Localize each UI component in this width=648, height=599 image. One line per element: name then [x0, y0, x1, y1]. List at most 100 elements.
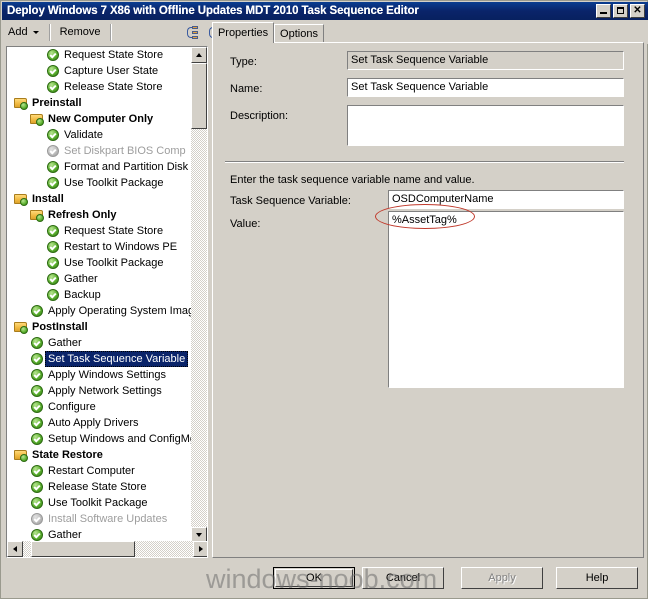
tree-item[interactable]: Use Toolkit Package: [7, 495, 193, 511]
tree-item[interactable]: Set Task Sequence Variable: [7, 351, 193, 367]
tree-item-label: Backup: [64, 289, 101, 301]
check-icon: [29, 479, 45, 495]
check-icon: [45, 79, 61, 95]
check-icon: [45, 143, 61, 159]
minimize-icon: [600, 12, 607, 14]
name-input[interactable]: Set Task Sequence Variable: [347, 78, 624, 97]
tree-item-label: Release State Store: [64, 81, 163, 93]
tree-item-label: Apply Operating System Image: [48, 305, 193, 317]
remove-button[interactable]: Remove: [54, 22, 107, 42]
tree-item-label: Preinstall: [32, 97, 82, 109]
check-icon: [45, 63, 61, 79]
tree-vertical-scrollbar[interactable]: [191, 47, 207, 543]
toolbar-separator: [48, 23, 51, 41]
scroll-left-button[interactable]: [7, 541, 23, 557]
ok-button-bevel: [275, 569, 353, 587]
tab-options[interactable]: Options: [274, 24, 324, 42]
check-icon: [29, 383, 45, 399]
check-icon: [45, 223, 61, 239]
arrow-left-icon: [13, 546, 17, 552]
cancel-button-label: Cancel: [385, 572, 421, 584]
tree-item[interactable]: Use Toolkit Package: [7, 255, 193, 271]
window-controls: ✕: [596, 4, 648, 18]
tree-item[interactable]: Restart Computer: [7, 463, 193, 479]
task-sequence-variable-input[interactable]: OSDComputerName: [388, 190, 624, 209]
group-separator: [225, 161, 624, 163]
check-icon: [29, 399, 45, 415]
move-up-button[interactable]: [183, 22, 205, 42]
tab-properties[interactable]: Properties: [212, 22, 274, 43]
scroll-right-button[interactable]: [193, 541, 207, 557]
tree-item[interactable]: PostInstall: [7, 319, 193, 335]
tree-item[interactable]: Gather: [7, 271, 193, 287]
move-up-icon: [187, 25, 200, 39]
scroll-up-button[interactable]: [191, 47, 207, 63]
tree-item-label: Gather: [48, 337, 82, 349]
minimize-button[interactable]: [596, 4, 611, 18]
tree-item[interactable]: Install: [7, 191, 193, 207]
chevron-down-icon: [32, 30, 39, 34]
check-icon: [45, 271, 61, 287]
tree-item[interactable]: Use Toolkit Package: [7, 175, 193, 191]
tree-item-label: Set Diskpart BIOS Comp: [64, 145, 186, 157]
task-sequence-editor-window: Deploy Windows 7 X86 with Offline Update…: [0, 0, 648, 599]
tree-item-label: Apply Network Settings: [48, 385, 162, 397]
tree-item[interactable]: Apply Network Settings: [7, 383, 193, 399]
tree-item-label: Install Software Updates: [48, 513, 168, 525]
tree-item-label: Validate: [64, 129, 103, 141]
help-button[interactable]: Help: [556, 567, 638, 589]
tree-item[interactable]: Set Diskpart BIOS Comp: [7, 143, 193, 159]
check-icon: [29, 495, 45, 511]
maximize-button[interactable]: [613, 4, 628, 18]
tree-item[interactable]: Format and Partition Disk: [7, 159, 193, 175]
value-label: Value:: [230, 218, 261, 230]
title-bar: Deploy Windows 7 X86 with Offline Update…: [2, 2, 648, 20]
vertical-scroll-thumb[interactable]: [191, 63, 207, 129]
value-input[interactable]: %AssetTag%: [388, 211, 624, 388]
tree-item-label: State Restore: [32, 449, 103, 461]
description-label: Description:: [230, 110, 289, 122]
tree-horizontal-scrollbar[interactable]: [7, 541, 207, 557]
tree-item[interactable]: Configure: [7, 399, 193, 415]
tab-options-label: Options: [280, 27, 318, 40]
tree-item[interactable]: Auto Apply Drivers: [7, 415, 193, 431]
check-icon: [29, 511, 45, 527]
cancel-button[interactable]: Cancel: [362, 567, 444, 589]
check-icon: [45, 159, 61, 175]
tree-item[interactable]: Capture User State: [7, 63, 193, 79]
tree-item[interactable]: Install Software Updates: [7, 511, 193, 527]
tree-item-label: Install: [32, 193, 64, 205]
tab-strip: Properties Options: [212, 22, 644, 43]
add-button[interactable]: Add: [2, 22, 46, 42]
tree-item[interactable]: Gather: [7, 335, 193, 351]
tree-item[interactable]: Apply Operating System Image: [7, 303, 193, 319]
tree-item-label: Use Toolkit Package: [64, 257, 164, 269]
folder-icon: [29, 111, 45, 127]
tree-item[interactable]: Restart to Windows PE: [7, 239, 193, 255]
tree-item[interactable]: Request State Store: [7, 47, 193, 63]
apply-button: Apply: [461, 567, 543, 589]
task-sequence-tree[interactable]: Request State Store Capture User State Rel…: [6, 46, 208, 558]
tree-item[interactable]: State Restore: [7, 447, 193, 463]
tree-item[interactable]: New Computer Only: [7, 111, 193, 127]
folder-icon: [29, 207, 45, 223]
tree-item-label: Capture User State: [64, 65, 159, 77]
tree-item[interactable]: Backup: [7, 287, 193, 303]
tree-item[interactable]: Release State Store: [7, 79, 193, 95]
close-button[interactable]: ✕: [630, 4, 645, 18]
tree-item[interactable]: Release State Store: [7, 479, 193, 495]
remove-button-label: Remove: [59, 26, 101, 38]
ok-button[interactable]: OK: [273, 567, 355, 589]
tree-item-label: New Computer Only: [48, 113, 154, 125]
tree-item[interactable]: Validate: [7, 127, 193, 143]
check-icon: [29, 367, 45, 383]
tree-item[interactable]: Refresh Only: [7, 207, 193, 223]
tree-item[interactable]: Request State Store: [7, 223, 193, 239]
tree-item[interactable]: Apply Windows Settings: [7, 367, 193, 383]
close-icon: ✕: [633, 5, 642, 16]
tree-item[interactable]: Setup Windows and ConfigMgr: [7, 431, 193, 447]
tree-item[interactable]: Preinstall: [7, 95, 193, 111]
horizontal-scroll-thumb[interactable]: [31, 541, 135, 557]
description-input[interactable]: [347, 105, 624, 146]
toolbar-separator-2: [109, 23, 112, 41]
